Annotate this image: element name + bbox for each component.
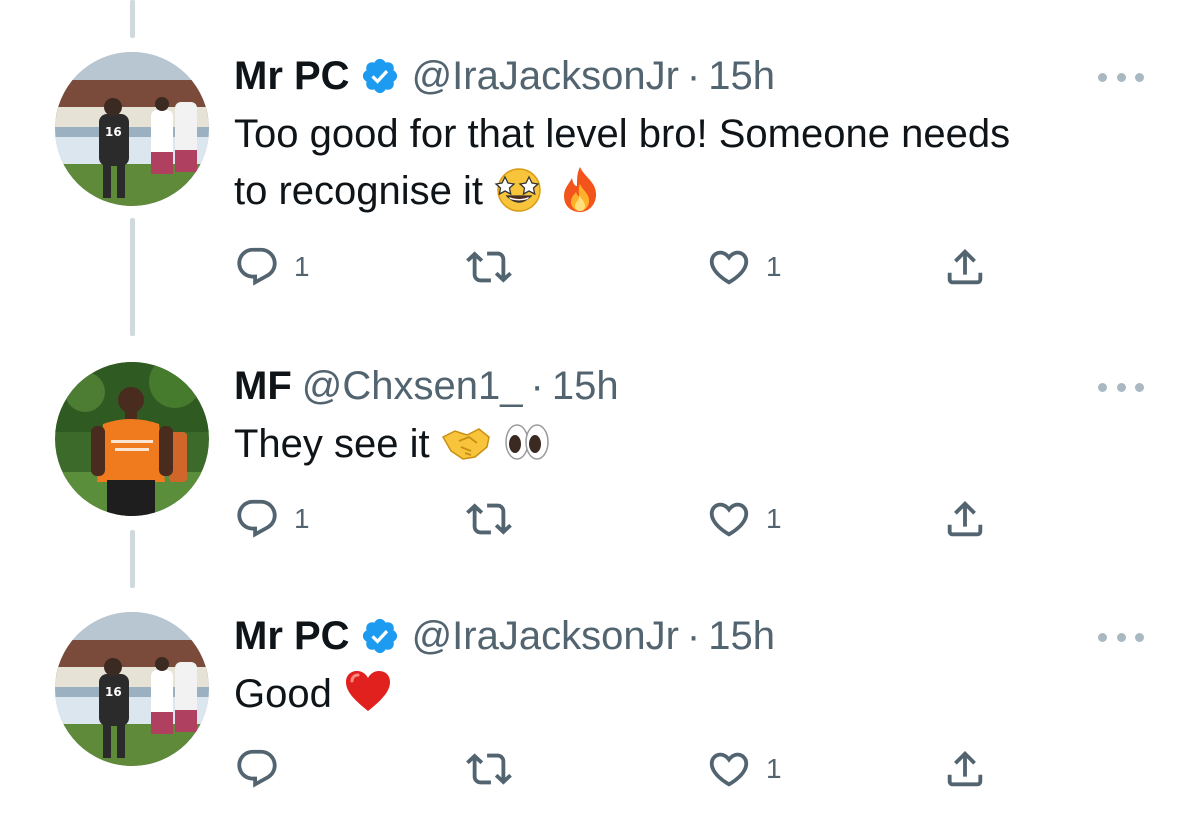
timestamp[interactable]: 15h <box>708 52 775 100</box>
tweet[interactable]: 16 Mr PC @IraJacksonJr · 15h Too good fo… <box>0 52 1200 302</box>
share-icon <box>947 750 983 787</box>
like-button[interactable]: 1 <box>706 744 782 794</box>
star-struck-emoji-icon <box>494 164 544 214</box>
share-button[interactable] <box>942 494 988 544</box>
separator: · <box>686 614 701 658</box>
eyes-emoji-icon <box>502 417 552 467</box>
tweet-header: Mr PC @IraJacksonJr · 15h <box>234 612 775 660</box>
avatar[interactable]: 16 <box>55 52 209 206</box>
share-button[interactable] <box>942 242 988 292</box>
reply-button[interactable]: 1 <box>234 494 310 544</box>
like-icon <box>709 752 749 787</box>
more-icon[interactable] <box>1098 62 1144 92</box>
retweet-icon <box>466 503 512 535</box>
avatar[interactable]: 16 <box>55 612 209 766</box>
tweet-text-line: to recognise it <box>234 169 484 213</box>
timestamp[interactable]: 15h <box>552 362 619 410</box>
user-handle[interactable]: @Chxsen1_ <box>302 362 523 410</box>
like-icon <box>709 502 749 537</box>
retweet-button[interactable] <box>466 744 512 794</box>
tweet-text-line: Too good for that level bro! Someone nee… <box>234 112 1011 156</box>
tweet-text-line: Good <box>234 672 332 716</box>
retweet-icon <box>466 251 512 283</box>
like-button[interactable]: 1 <box>706 494 782 544</box>
tweet-text-line: They see it <box>234 422 430 466</box>
avatar-image: 16 <box>55 612 209 766</box>
tweet-header: Mr PC @IraJacksonJr · 15h <box>234 52 775 100</box>
like-button[interactable]: 1 <box>706 242 782 292</box>
tweet-actions: 1 <box>234 744 1034 794</box>
more-icon[interactable] <box>1098 372 1144 402</box>
reply-icon <box>237 499 277 538</box>
reply-button[interactable] <box>234 744 294 794</box>
like-icon <box>709 250 749 285</box>
avatar-image <box>55 362 209 516</box>
share-icon <box>947 500 983 537</box>
handshake-emoji-icon <box>441 417 491 467</box>
tweet-text: Good <box>234 666 393 723</box>
verified-badge-icon <box>360 616 400 656</box>
reply-button[interactable]: 1 <box>234 242 310 292</box>
avatar-image: 16 <box>55 52 209 206</box>
red-heart-emoji-icon <box>343 667 393 717</box>
more-icon[interactable] <box>1098 622 1144 652</box>
tweet-header: MF @Chxsen1_ · 15h <box>234 362 619 410</box>
tweet-text: Too good for that level bro! Someone nee… <box>234 106 1010 220</box>
like-count: 1 <box>766 753 782 784</box>
separator: · <box>686 54 701 98</box>
share-icon <box>947 248 983 285</box>
retweet-icon <box>466 753 512 785</box>
like-count: 1 <box>766 251 782 282</box>
reply-icon <box>237 749 277 788</box>
tweet[interactable]: 16 Mr PC @IraJacksonJr · 15h Good 1 <box>0 612 1200 822</box>
reply-count: 1 <box>294 251 310 282</box>
svg-text:16: 16 <box>105 125 122 139</box>
display-name[interactable]: MF <box>234 362 292 410</box>
avatar[interactable] <box>55 362 209 516</box>
tweet-text-line-2: to recognise it <box>234 163 1010 220</box>
retweet-button[interactable] <box>466 242 512 292</box>
tweet-actions: 1 1 <box>234 242 1034 292</box>
display-name[interactable]: Mr PC <box>234 52 350 100</box>
tweet-text: They see it <box>234 416 552 473</box>
timestamp[interactable]: 15h <box>708 612 775 660</box>
reply-icon <box>237 247 277 286</box>
fire-emoji-icon <box>555 164 605 214</box>
retweet-button[interactable] <box>466 494 512 544</box>
like-count: 1 <box>766 503 782 534</box>
verified-badge-icon <box>360 56 400 96</box>
user-handle[interactable]: @IraJacksonJr <box>412 52 679 100</box>
user-handle[interactable]: @IraJacksonJr <box>412 612 679 660</box>
svg-text:16: 16 <box>105 685 122 699</box>
separator: · <box>530 364 544 408</box>
display-name[interactable]: Mr PC <box>234 612 350 660</box>
share-button[interactable] <box>942 744 988 794</box>
tweet[interactable]: MF @Chxsen1_ · 15h They see it 1 1 <box>0 362 1200 562</box>
reply-count: 1 <box>294 503 310 534</box>
thread-line <box>130 0 135 38</box>
tweet-actions: 1 1 <box>234 494 1034 544</box>
